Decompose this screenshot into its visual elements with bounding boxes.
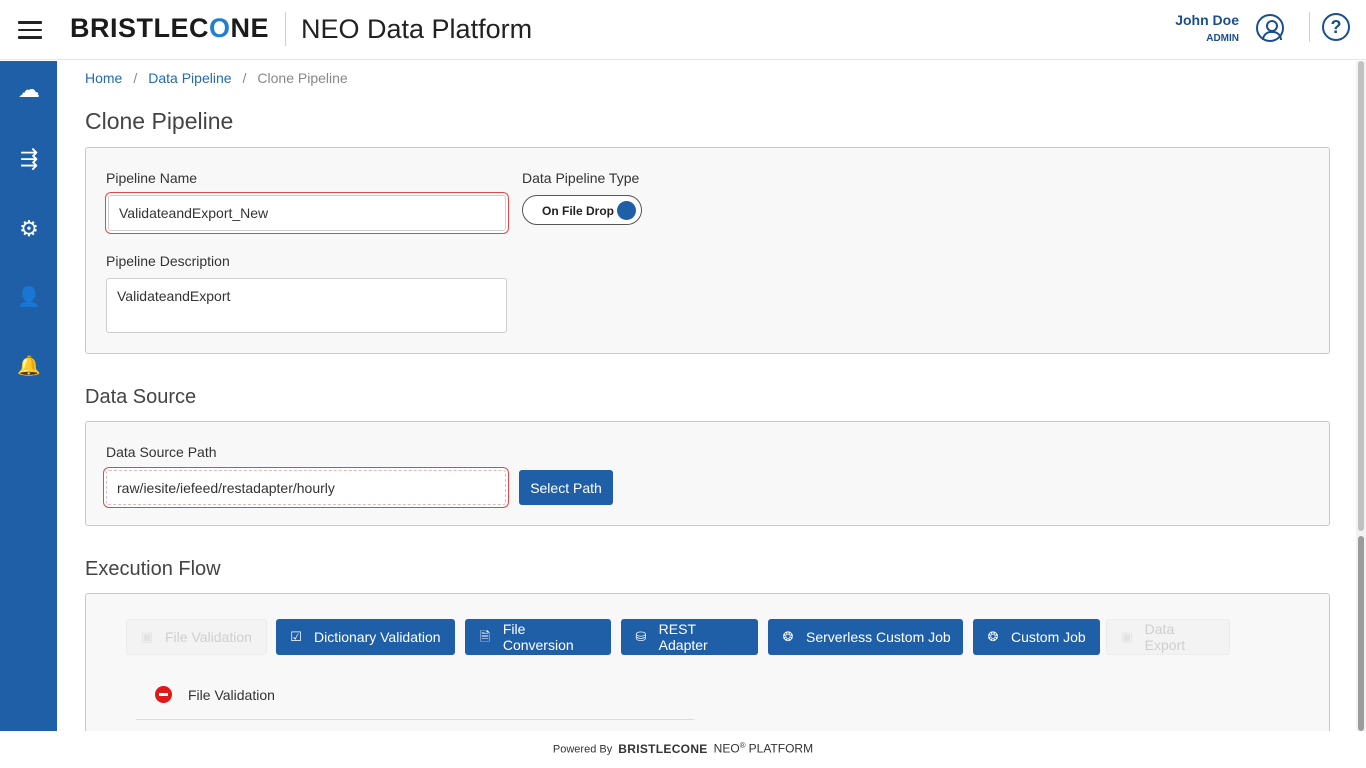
user-role: ADMIN [1206,33,1239,44]
settings-tools-icon[interactable]: ⚙ [14,214,44,244]
step-file-conversion-button[interactable]: 🗎 File Conversion [465,619,611,655]
user-info: John Doe ADMIN [1175,12,1239,44]
step-data-export-button: ▣ Data Export [1106,619,1230,655]
select-path-button[interactable]: Select Path [519,470,613,505]
page-title: Clone Pipeline [85,108,234,134]
pipeline-description-input[interactable]: ValidateandExport [106,278,507,333]
user-name: John Doe [1175,12,1239,28]
top-header: BRISTLECONE NEO Data Platform John Doe A… [0,0,1366,60]
pipeline-details-panel: Pipeline Name Data Pipeline Type On File… [85,147,1330,354]
file-conversion-icon: 🗎 [479,629,491,644]
footer-platform: PLATFORM [748,741,814,756]
execution-flow-panel: ▣ File Validation ☑ Dictionary Validation … [85,593,1330,731]
footer-brand: BRISTLECONE [618,741,708,756]
breadcrumb-data-pipeline[interactable]: Data Pipeline [148,70,231,86]
pipeline-description-label: Pipeline Description [106,253,230,269]
toggle-knob [617,201,636,220]
breadcrumb-current: Clone Pipeline [257,70,348,86]
breadcrumb: Home / Data Pipeline / Clone Pipeline [85,70,348,86]
custom-job-icon: ❂ [987,629,999,644]
platform-title: NEO Data Platform [301,14,533,44]
step-rest-adapter-button[interactable]: ⛁ REST Adapter [621,619,758,655]
data-source-title: Data Source [85,386,197,408]
help-icon[interactable]: ? [1322,13,1350,41]
notification-bell-icon[interactable]: 🔔 [14,352,44,382]
footer-powered-by: Powered By [552,743,613,756]
step-serverless-custom-job-button[interactable]: ❂ Serverless Custom Job [768,619,963,655]
scrollbar-thumb[interactable] [1358,536,1364,731]
serverless-icon: ❂ [782,629,794,644]
breadcrumb-home[interactable]: Home [85,70,122,86]
cloud-network-icon[interactable]: ☁ [14,75,44,105]
pipeline-flow-icon[interactable]: ⇶ [14,144,44,174]
rest-adapter-icon: ⛁ [635,629,647,644]
pipeline-name-label: Pipeline Name [106,170,198,186]
scrollbar-track-upper [1358,61,1364,531]
data-source-path-input[interactable] [106,470,506,505]
pipeline-type-label: Data Pipeline Type [522,170,640,186]
footer: Powered By BRISTLECONE NEO® PLATFORM [0,731,1366,768]
dictionary-icon: ☑ [290,629,302,644]
step-dictionary-validation-button[interactable]: ☑ Dictionary Validation [276,619,455,655]
hamburger-menu-icon[interactable] [18,21,42,39]
footer-registered: ® [739,741,746,750]
step-custom-job-button[interactable]: ❂ Custom Job [973,619,1100,655]
file-validation-icon: ▣ [140,629,154,644]
pipeline-type-toggle[interactable]: On File Drop [522,195,642,225]
main-content: Home / Data Pipeline / Clone Pipeline Clone … [57,61,1354,731]
footer-neo: NEO [713,741,740,756]
user-profile-icon[interactable] [1256,14,1284,42]
toggle-label: On File Drop [542,204,614,218]
data-source-panel: Data Source Path Select Path [85,421,1330,526]
data-source-path-label: Data Source Path [106,444,217,460]
header-divider [285,12,286,46]
execution-flow-title: Execution Flow [85,558,221,580]
left-sidebar: ☁ ⇶ ⚙ 👤 🔔 [0,61,57,768]
bristlecone-logo: BRISTLECONE [70,13,270,43]
remove-step-icon[interactable] [155,686,172,703]
vertical-scrollbar[interactable] [1356,61,1366,731]
flow-list-item: File Validation [136,686,694,720]
user-admin-icon[interactable]: 👤 [14,283,44,313]
flow-item-label: File Validation [188,687,275,703]
header-divider [1309,12,1310,42]
step-file-validation-button: ▣ File Validation [126,619,267,655]
pipeline-name-input[interactable] [108,195,506,231]
data-export-icon: ▣ [1120,629,1133,644]
